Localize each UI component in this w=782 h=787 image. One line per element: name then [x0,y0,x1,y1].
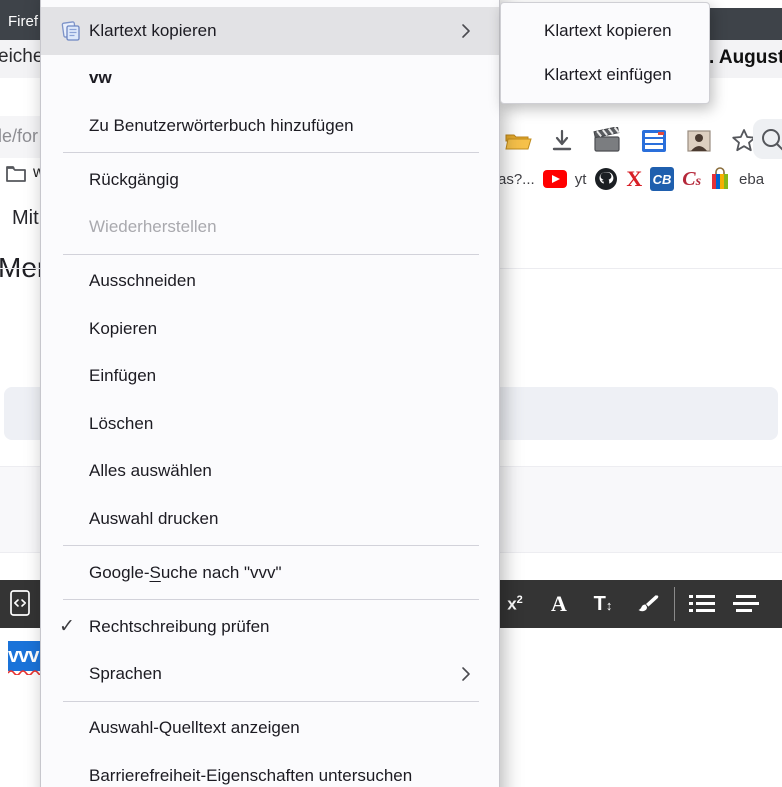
bookmark-item-w[interactable]: w [5,163,45,183]
menu-separator [63,152,479,153]
menu-item-label: Ausschneiden [89,271,196,291]
browser-tab-title[interactable]: Firef [8,13,38,30]
selected-text[interactable]: vvv [8,641,42,671]
format-brush-button[interactable] [630,587,664,621]
search-box[interactable] [753,119,782,159]
menu-item-label: Auswahl-Quelltext anzeigen [89,718,300,738]
menu-item-auswahl-quelltext-anzeigen[interactable]: Auswahl-Quelltext anzeigen [41,705,499,753]
youtube-icon[interactable] [543,170,567,188]
download-icon[interactable] [550,126,574,156]
menu-item-vw[interactable]: vw [41,55,499,103]
menu-item-zu-benutzerw-rterbuch-hinzuf-gen[interactable]: Zu Benutzerwörterbuch hinzufügen [41,102,499,150]
menu-item-r-ckg-ngig[interactable]: Rückgängig [41,156,499,204]
menu-item-google-suche-nach-vvv[interactable]: Google-Suche nach "vvv" [41,549,499,597]
menu-separator [63,254,479,255]
context-submenu: Klartext kopierenKlartext einfügen [500,2,710,104]
menu-item-label: Alles auswählen [89,461,212,481]
bookmark-label[interactable]: as?... [498,171,535,188]
folder-outline-icon [5,163,27,183]
open-folder-icon[interactable] [504,126,532,156]
submenu-item-klartext-einf-gen[interactable]: Klartext einfügen [501,53,709,97]
menu-item-label: Rückgängig [89,170,179,190]
editor-toolbar-buttons: x2 A T↕ [498,580,782,628]
menu-item-label: Zu Benutzerwörterbuch hinzufügen [89,116,354,136]
menu-separator [63,701,479,702]
sub-header-left-text: eiche [0,46,43,68]
menu-item-einf-gen[interactable]: Einfügen [41,353,499,401]
menu-item-alles-ausw-hlen[interactable]: Alles auswählen [41,448,499,496]
x-red-icon[interactable]: X [626,166,642,192]
magnifier-icon [760,127,782,151]
browser-titlebar [0,0,41,9]
submenu-item-klartext-kopieren[interactable]: Klartext kopieren [501,9,709,53]
bookmark-label[interactable]: eba [739,171,764,188]
github-icon[interactable] [594,167,618,191]
photo-person-icon[interactable] [686,126,712,156]
bookmarks-bar: as?... yt X CB Cs eba [498,162,782,196]
align-button[interactable] [729,587,763,621]
ebay-bag-icon[interactable] [709,167,731,191]
menu-item-label: Barrierefreiheit-Eigenschaften untersuch… [89,766,412,786]
menu-separator [63,545,479,546]
svg-text:CB: CB [653,172,672,187]
bookmark-label[interactable]: yt [575,171,587,188]
menu-item-label: Kopieren [89,319,157,339]
menu-item-ausschneiden[interactable]: Ausschneiden [41,258,499,306]
menu-item-label: Auswahl drucken [89,509,218,529]
view-source-icon[interactable] [8,588,32,623]
menu-item-l-schen[interactable]: Löschen [41,400,499,448]
menu-item-kopieren[interactable]: Kopieren [41,305,499,353]
date-text: . August [709,47,782,69]
menu-item-label: vw [89,68,112,88]
chevron-right-icon [461,666,471,682]
menu-item-label: Sprachen [89,664,162,684]
menu-item-label: Rechtschreibung prüfen [89,617,270,637]
menu-item-barrierefreiheit-eigenschaften-untersuchen[interactable]: Barrierefreiheit-Eigenschaften untersuch… [41,752,499,787]
bullet-list-button[interactable] [685,587,719,621]
nav-toolbar [504,122,754,160]
checkmark-icon: ✓ [59,615,75,638]
menu-item-label: Klartext kopieren [89,21,217,41]
font-style-button[interactable]: A [542,587,576,621]
url-text: le/for [0,126,38,147]
menu-item-label: Wiederherstellen [89,217,217,237]
screenshot-root: Firef eiche . August le/for w as?...ytXC… [0,0,782,787]
menu-item-wiederherstellen[interactable]: Wiederherstellen [41,204,499,252]
chevron-right-icon [461,23,471,39]
menu-separator [63,599,479,600]
menu-item-rechtschreibung-pr-fen[interactable]: ✓ Rechtschreibung prüfen [41,603,499,651]
page-text-fragment: Mit [12,207,39,230]
menu-item-label: Löschen [89,414,153,434]
superscript-button[interactable]: x2 [498,587,532,621]
text-size-button[interactable]: T↕ [586,587,620,621]
cb-icon[interactable]: CB [650,167,674,191]
menu-item-label: Google-Suche nach "vvv" [89,563,282,583]
clapperboard-icon[interactable] [592,126,622,156]
spellcheck-squiggle [8,669,44,675]
menu-item-klartext-kopieren[interactable]: Klartext kopieren [41,7,499,55]
menu-item-label: Einfügen [89,366,156,386]
menu-item-sprachen[interactable]: Sprachen [41,651,499,699]
copy-pages-icon [57,20,85,42]
toolbar-separator [674,587,675,621]
context-menu: Klartext kopieren vw Zu Benutzerwörterbuch… [40,0,500,787]
menu-item-auswahl-drucken[interactable]: Auswahl drucken [41,495,499,543]
list-window-icon[interactable] [640,126,668,156]
cs-icon[interactable]: Cs [682,168,701,191]
